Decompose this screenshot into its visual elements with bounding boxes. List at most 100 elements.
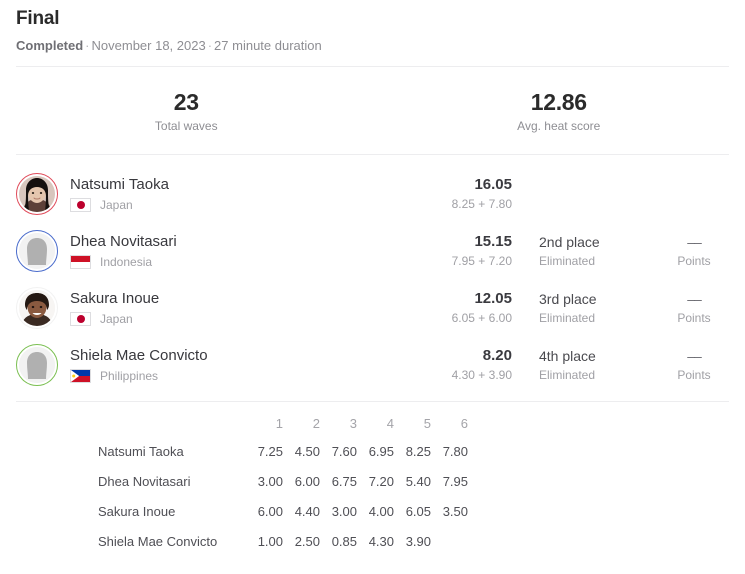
avatar-ring	[16, 173, 58, 215]
status-badge: Completed	[16, 38, 83, 53]
nation-label: Indonesia	[100, 255, 152, 269]
athlete-nation: Japan	[70, 198, 420, 212]
score-breakdown: 8.25 + 7.80	[420, 197, 512, 212]
points-label: Points	[659, 254, 729, 269]
page-title: Final	[16, 8, 729, 30]
wave-score: 6.75	[320, 474, 357, 504]
wave-score: 6.95	[357, 444, 394, 474]
avatar	[19, 290, 55, 326]
wave-score: 6.00	[283, 474, 320, 504]
stat-value: 12.86	[373, 89, 745, 116]
flag-japan-icon	[70, 312, 91, 326]
score-total: 16.05	[420, 176, 512, 194]
athlete-info: Sakura Inoue Japan	[70, 289, 420, 326]
athlete-name: Sakura Inoue	[70, 289, 420, 308]
table-body: Natsumi Taoka 7.25 4.50 7.60 6.95 8.25 7…	[98, 444, 468, 564]
nation-label: Japan	[100, 312, 133, 326]
points-block: –– Points	[659, 290, 729, 326]
wave-score: 7.80	[431, 444, 468, 474]
wave-score: 8.25	[394, 444, 431, 474]
athlete-name: Shiela Mae Convicto	[70, 346, 420, 365]
header-wave-1: 1	[246, 416, 283, 444]
wave-score: 3.90	[394, 534, 431, 564]
wave-score: 4.50	[283, 444, 320, 474]
place-status: Eliminated	[539, 311, 659, 326]
heat-result-page: Final Completed·November 18, 2023·27 min…	[0, 0, 745, 571]
points-block	[659, 192, 729, 195]
wave-score	[431, 534, 468, 564]
stat-total-waves: 23 Total waves	[0, 89, 373, 134]
wave-scores-section: 1 2 3 4 5 6 Natsumi Taoka 7.25 4.50 7.60…	[0, 402, 745, 574]
avatar-ring	[16, 344, 58, 386]
wave-score: 3.00	[320, 504, 357, 534]
points-block: –– Points	[659, 347, 729, 383]
score-total: 12.05	[420, 290, 512, 308]
score-block: 15.15 7.95 + 7.20	[420, 233, 512, 269]
score-block: 12.05 6.05 + 6.00	[420, 290, 512, 326]
header-athlete	[98, 416, 246, 444]
avatar-placeholder	[19, 233, 55, 269]
heat-date: November 18, 2023	[92, 38, 206, 53]
athlete-info: Natsumi Taoka Japan	[70, 175, 420, 212]
flag-philippines-icon	[70, 369, 91, 383]
athlete-name: Natsumi Taoka	[70, 175, 420, 194]
wave-score: 6.00	[246, 504, 283, 534]
header-wave-6: 6	[431, 416, 468, 444]
place-status: Eliminated	[539, 368, 659, 383]
athlete-info: Dhea Novitasari Indonesia	[70, 232, 420, 269]
wave-score: 2.50	[283, 534, 320, 564]
avatar-ring	[16, 287, 58, 329]
avatar-placeholder	[19, 347, 55, 383]
athlete-row[interactable]: Shiela Mae Convicto Philippines 8.20	[16, 336, 729, 393]
athlete-row[interactable]: Natsumi Taoka Japan 16.05 8.25 + 7.80	[16, 165, 729, 222]
points-value: ––	[659, 290, 729, 308]
heat-duration: 27 minute duration	[214, 38, 322, 53]
wave-score: 7.95	[431, 474, 468, 504]
header-wave-4: 4	[357, 416, 394, 444]
wave-scores-table: 1 2 3 4 5 6 Natsumi Taoka 7.25 4.50 7.60…	[98, 416, 468, 564]
place-block: 2nd place Eliminated	[539, 233, 659, 269]
nation-label: Japan	[100, 198, 133, 212]
heat-meta: Completed·November 18, 2023·27 minute du…	[16, 38, 729, 54]
wave-score: 1.00	[246, 534, 283, 564]
score-total: 8.20	[420, 347, 512, 365]
points-label: Points	[659, 368, 729, 383]
athlete-nation: Japan	[70, 312, 420, 326]
avatar-ring	[16, 230, 58, 272]
athlete-row[interactable]: Sakura Inoue Japan 12.05 6.05 + 6.00 3rd…	[16, 279, 729, 336]
athlete-list: Natsumi Taoka Japan 16.05 8.25 + 7.80	[0, 155, 745, 401]
flag-japan-icon	[70, 198, 91, 212]
avatar	[19, 176, 55, 212]
table-row: Shiela Mae Convicto 1.00 2.50 0.85 4.30 …	[98, 534, 468, 564]
wave-score: 3.50	[431, 504, 468, 534]
place-block	[539, 192, 659, 195]
row-athlete-name: Shiela Mae Convicto	[98, 534, 246, 564]
place-text: 4th place	[539, 347, 659, 365]
place-block: 4th place Eliminated	[539, 347, 659, 383]
wave-score: 7.20	[357, 474, 394, 504]
score-block: 8.20 4.30 + 3.90	[420, 347, 512, 383]
stat-avg-heat-score: 12.86 Avg. heat score	[373, 89, 745, 134]
table-row: Sakura Inoue 6.00 4.40 3.00 4.00 6.05 3.…	[98, 504, 468, 534]
wave-score: 3.00	[246, 474, 283, 504]
meta-separator-2: ·	[206, 38, 214, 53]
score-breakdown: 6.05 + 6.00	[420, 311, 512, 326]
wave-score: 6.05	[394, 504, 431, 534]
athlete-row[interactable]: Dhea Novitasari Indonesia 15.15 7.95 + 7…	[16, 222, 729, 279]
place-text: 2nd place	[539, 233, 659, 251]
row-athlete-name: Dhea Novitasari	[98, 474, 246, 504]
points-label: Points	[659, 311, 729, 326]
heat-stats: 23 Total waves 12.86 Avg. heat score	[0, 67, 745, 154]
header-wave-2: 2	[283, 416, 320, 444]
score-breakdown: 7.95 + 7.20	[420, 254, 512, 269]
points-value: ––	[659, 233, 729, 251]
place-block: 3rd place Eliminated	[539, 290, 659, 326]
flag-indonesia-icon	[70, 255, 91, 269]
stat-value: 23	[0, 89, 373, 116]
athlete-name: Dhea Novitasari	[70, 232, 420, 251]
stat-label: Avg. heat score	[373, 119, 745, 134]
points-value: ––	[659, 347, 729, 365]
score-block: 16.05 8.25 + 7.80	[420, 176, 512, 212]
table-row: Dhea Novitasari 3.00 6.00 6.75 7.20 5.40…	[98, 474, 468, 504]
table-header-row: 1 2 3 4 5 6	[98, 416, 468, 444]
